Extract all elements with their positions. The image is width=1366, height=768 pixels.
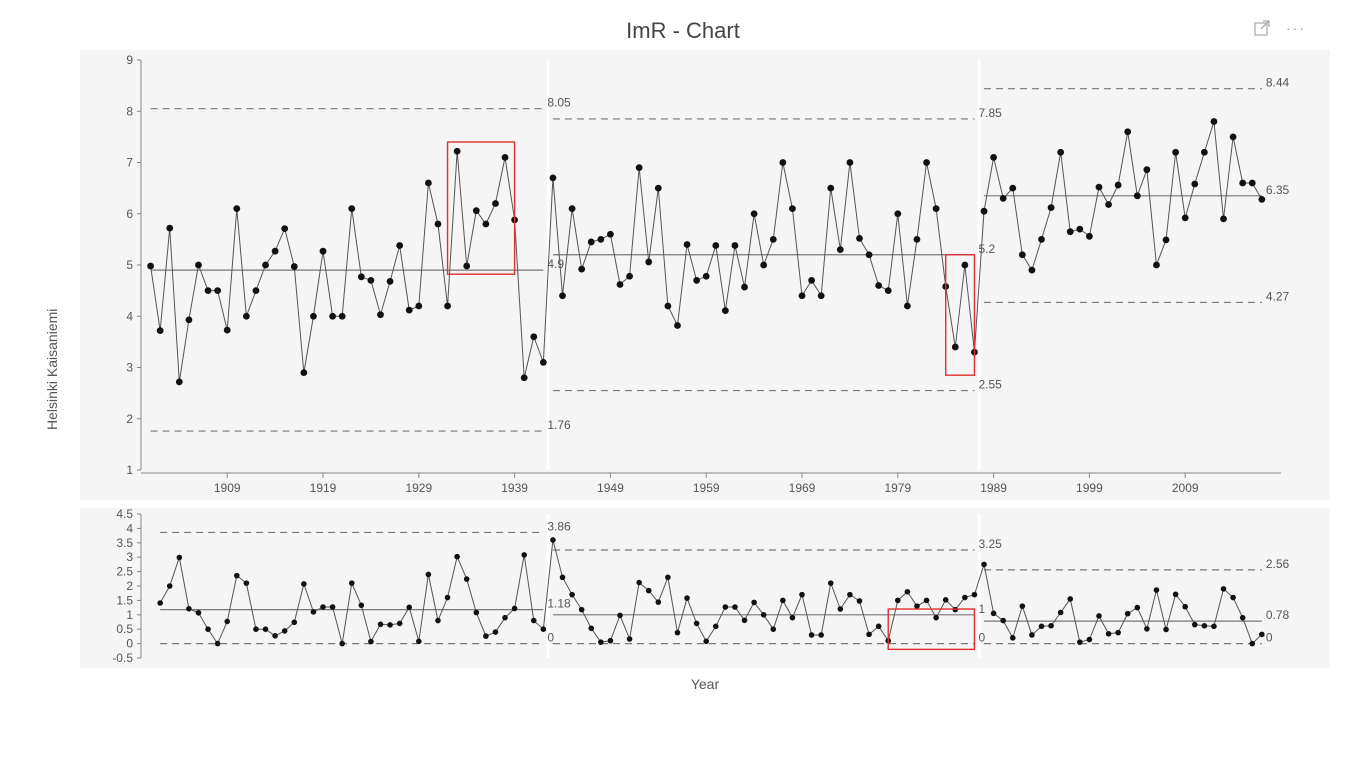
svg-text:4: 4 xyxy=(126,521,133,535)
svg-text:8.44: 8.44 xyxy=(1266,76,1290,90)
moving-range-plot-area: -0.500.511.522.533.544.53.861.1803.25102… xyxy=(80,508,1330,668)
svg-text:2.55: 2.55 xyxy=(978,378,1002,392)
svg-text:6: 6 xyxy=(126,207,133,221)
title-icons: ··· xyxy=(1254,20,1306,41)
svg-text:3: 3 xyxy=(126,361,133,375)
moving-range-svg: -0.500.511.522.533.544.53.861.1803.25102… xyxy=(81,508,1331,668)
svg-text:3.5: 3.5 xyxy=(116,536,133,550)
x-axis-label: Year xyxy=(80,676,1330,692)
svg-text:3.25: 3.25 xyxy=(978,537,1002,551)
svg-text:1: 1 xyxy=(978,602,985,616)
svg-text:1939: 1939 xyxy=(501,481,528,495)
svg-text:7: 7 xyxy=(126,156,133,170)
svg-text:0: 0 xyxy=(1266,631,1273,645)
svg-text:6.35: 6.35 xyxy=(1266,183,1290,197)
svg-text:1949: 1949 xyxy=(597,481,624,495)
svg-text:2: 2 xyxy=(126,412,133,426)
svg-text:1: 1 xyxy=(126,608,133,622)
svg-text:9: 9 xyxy=(126,53,133,67)
svg-text:5: 5 xyxy=(126,258,133,272)
svg-text:1959: 1959 xyxy=(693,481,720,495)
svg-text:1979: 1979 xyxy=(884,481,911,495)
svg-text:1999: 1999 xyxy=(1076,481,1103,495)
svg-text:4: 4 xyxy=(126,309,133,323)
svg-text:3.86: 3.86 xyxy=(547,519,571,533)
svg-text:4.27: 4.27 xyxy=(1266,289,1290,303)
svg-text:2: 2 xyxy=(126,579,133,593)
svg-text:1.76: 1.76 xyxy=(547,418,571,432)
svg-text:1.18: 1.18 xyxy=(547,597,571,611)
svg-text:7.85: 7.85 xyxy=(978,106,1002,120)
svg-text:2.5: 2.5 xyxy=(116,565,133,579)
svg-text:1969: 1969 xyxy=(789,481,816,495)
chart-wrap: Helsinki Kaisaniemi 12345678919091919192… xyxy=(80,50,1330,692)
svg-text:8.05: 8.05 xyxy=(547,96,571,110)
y-axis-label-top: Helsinki Kaisaniemi xyxy=(44,309,60,430)
svg-text:2009: 2009 xyxy=(1172,481,1199,495)
svg-text:1919: 1919 xyxy=(310,481,337,495)
svg-text:1: 1 xyxy=(126,463,133,477)
svg-text:8: 8 xyxy=(126,104,133,118)
title-bar: ImR - Chart ··· xyxy=(0,0,1366,50)
chart-title: ImR - Chart xyxy=(0,0,1366,44)
svg-text:3: 3 xyxy=(126,550,133,564)
svg-text:1989: 1989 xyxy=(980,481,1007,495)
more-options-icon[interactable]: ··· xyxy=(1286,20,1306,41)
individuals-svg: 1 2 3 4 5 6 7 8 9 1909 1919 1929 1939 1949 1959 1969 197… xyxy=(81,50,1331,500)
individuals-plot-area: 1 2 3 4 5 6 7 8 9 1909 1919 1929 1939 1949 1959 1969 197… xyxy=(80,50,1330,500)
svg-text:1909: 1909 xyxy=(214,481,241,495)
svg-text:0: 0 xyxy=(547,631,554,645)
svg-text:1929: 1929 xyxy=(405,481,432,495)
svg-text:4.9: 4.9 xyxy=(547,257,564,271)
svg-text:4.5: 4.5 xyxy=(116,508,133,521)
share-icon[interactable] xyxy=(1254,20,1270,41)
svg-text:2.56: 2.56 xyxy=(1266,557,1290,571)
svg-text:0: 0 xyxy=(126,637,133,651)
svg-text:1.5: 1.5 xyxy=(116,593,133,607)
svg-text:-0.5: -0.5 xyxy=(112,651,133,665)
svg-text:0: 0 xyxy=(978,631,985,645)
svg-text:0.5: 0.5 xyxy=(116,622,133,636)
svg-text:0.78: 0.78 xyxy=(1266,608,1290,622)
